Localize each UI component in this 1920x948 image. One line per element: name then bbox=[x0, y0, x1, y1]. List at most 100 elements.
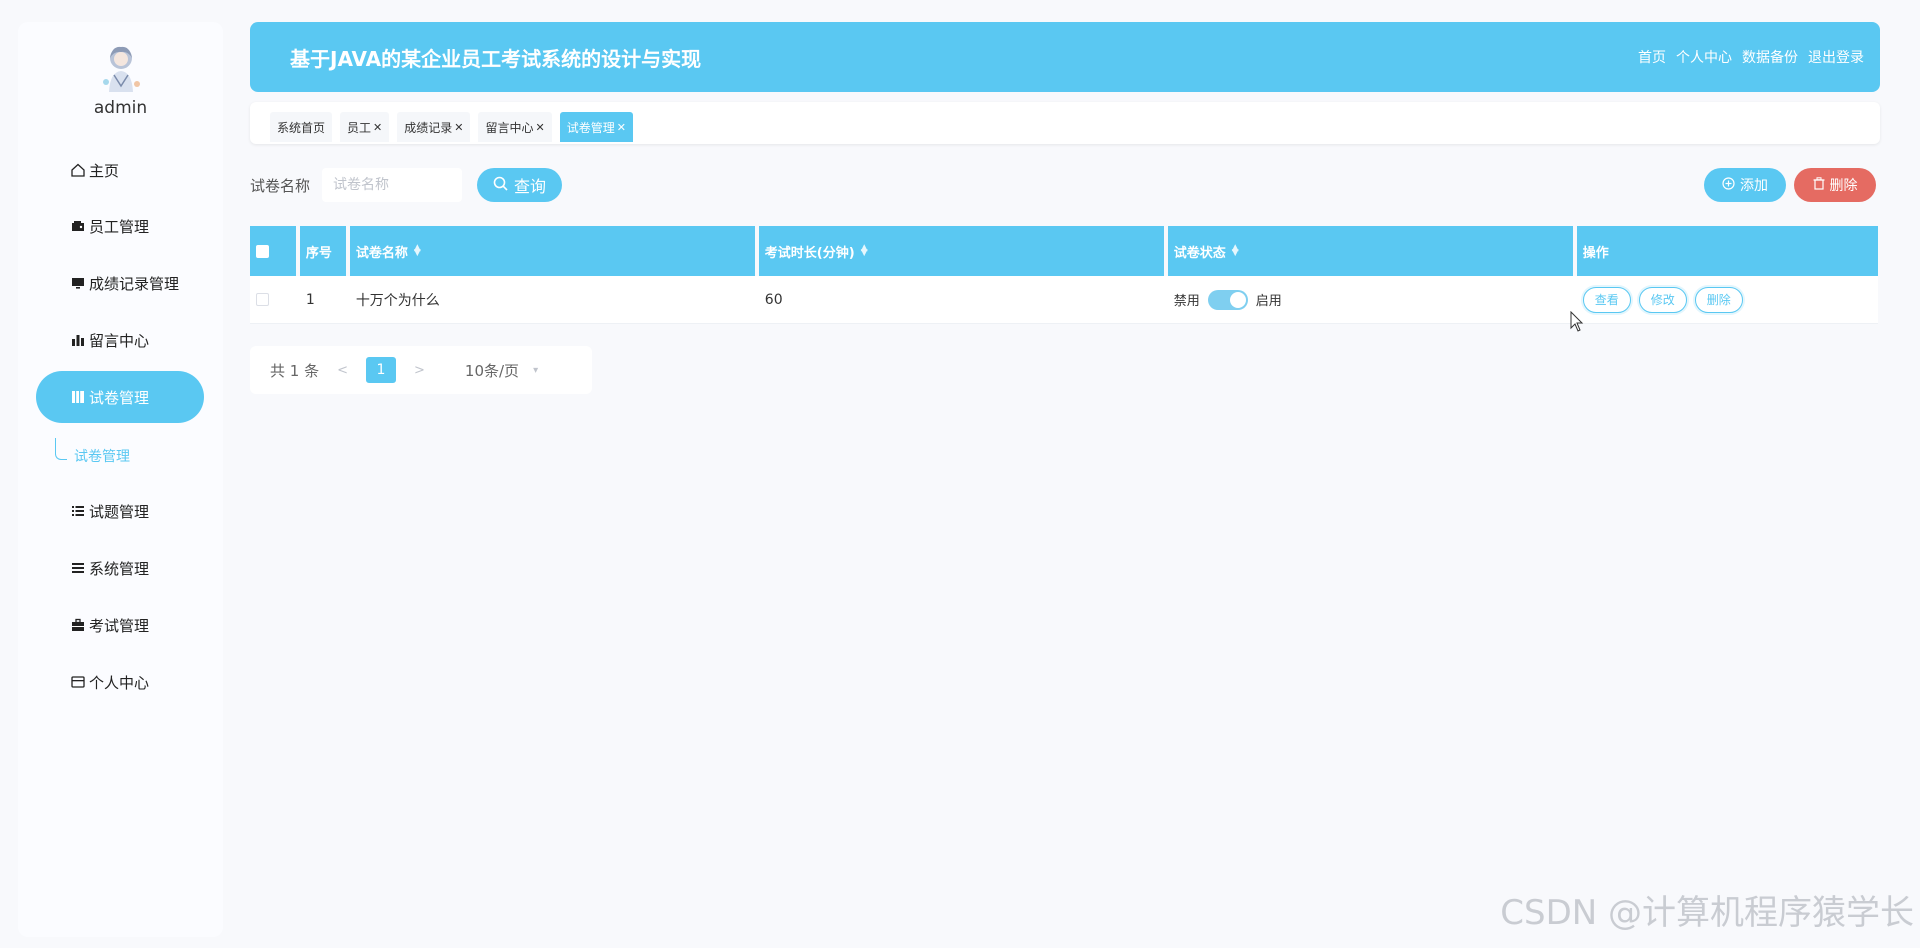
sidebar-item-system[interactable]: 系统管理 bbox=[36, 542, 204, 594]
page-number-current[interactable]: 1 bbox=[366, 357, 396, 383]
column-header-label: 试卷状态 bbox=[1173, 245, 1226, 261]
cell-duration: 60 bbox=[764, 291, 783, 308]
tab-score-records[interactable]: 成绩记录 ✕ bbox=[397, 112, 471, 142]
sidebar-item-label: 留言中心 bbox=[89, 331, 150, 350]
row-checkbox[interactable] bbox=[256, 293, 269, 306]
app-title: 基于JAVA的某企业员工考试系统的设计与实现 bbox=[290, 46, 702, 71]
chevron-down-icon: ▾ bbox=[533, 364, 539, 376]
submenu-connector bbox=[55, 438, 67, 460]
search-input[interactable] bbox=[322, 168, 463, 202]
book-icon bbox=[70, 389, 86, 405]
sidebar-item-profile[interactable]: 个人中心 bbox=[36, 656, 204, 708]
cell-actions: 查看 修改 删除 bbox=[1577, 276, 1878, 323]
sidebar-item-label: 系统管理 bbox=[89, 559, 150, 578]
delete-button-label: 删除 bbox=[1829, 178, 1858, 194]
sort-icon[interactable]: ▲ ▼ bbox=[861, 244, 868, 258]
column-header-name[interactable]: 试卷名称 ▲ ▼ bbox=[349, 226, 755, 276]
header-nav: 首页 个人中心 数据备份 退出登录 bbox=[1638, 47, 1864, 67]
nav-backup-link[interactable]: 数据备份 bbox=[1742, 47, 1798, 67]
close-icon[interactable]: ✕ bbox=[454, 121, 463, 134]
tab-label: 留言中心 bbox=[485, 120, 534, 135]
sidebar-item-papers[interactable]: 试卷管理 bbox=[36, 371, 204, 423]
column-header-duration[interactable]: 考试时长(分钟) ▲ ▼ bbox=[758, 226, 1164, 276]
bar-chart-icon bbox=[70, 332, 86, 348]
column-header-actions: 操作 bbox=[1576, 226, 1879, 276]
nav-profile-link[interactable]: 个人中心 bbox=[1676, 47, 1732, 67]
view-button[interactable]: 查看 bbox=[1582, 286, 1631, 313]
sidebar-item-label: 员工管理 bbox=[89, 217, 150, 236]
close-icon[interactable]: ✕ bbox=[536, 121, 545, 134]
nav-home-link[interactable]: 首页 bbox=[1638, 47, 1666, 67]
sidebar-item-employees[interactable]: 员工管理 bbox=[36, 200, 204, 252]
prev-page-icon[interactable]: < bbox=[337, 363, 348, 378]
submenu-item-papers[interactable]: 试卷管理 bbox=[74, 446, 130, 466]
tab-system-home[interactable]: 系统首页 bbox=[270, 112, 333, 142]
sidebar: admin 主页 员工管理 成绩记录管理 留言中心 试卷管理 试卷管理 试题管理… bbox=[18, 22, 223, 937]
user-profile: admin bbox=[18, 42, 223, 118]
sidebar-item-label: 主页 bbox=[89, 161, 120, 180]
query-button-label: 查询 bbox=[514, 177, 547, 196]
sidebar-item-score-records[interactable]: 成绩记录管理 bbox=[36, 257, 204, 309]
sort-icon[interactable]: ▲ ▼ bbox=[414, 244, 421, 258]
column-header-label: 操作 bbox=[1582, 245, 1609, 261]
pagination: 共 1 条 < 1 > 10条/页 ▾ bbox=[250, 346, 592, 394]
status-switch-group: 禁用 启用 bbox=[1174, 289, 1282, 310]
switch-on-label: 启用 bbox=[1255, 294, 1282, 309]
sidebar-item-messages[interactable]: 留言中心 bbox=[36, 314, 204, 366]
next-page-icon[interactable]: > bbox=[414, 363, 425, 378]
sidebar-item-questions[interactable]: 试题管理 bbox=[36, 485, 204, 537]
column-header-label: 序号 bbox=[305, 245, 332, 261]
column-header-label: 试卷名称 bbox=[355, 245, 408, 261]
tab-label: 成绩记录 bbox=[404, 120, 453, 135]
close-icon[interactable]: ✕ bbox=[373, 121, 382, 134]
status-toggle[interactable] bbox=[1207, 289, 1248, 310]
select-all-checkbox[interactable] bbox=[256, 244, 269, 258]
row-delete-button[interactable]: 删除 bbox=[1694, 286, 1743, 313]
query-button[interactable]: 查询 bbox=[477, 168, 563, 202]
page-size-value: 10条/页 bbox=[464, 361, 520, 380]
tab-papers[interactable]: 试卷管理 ✕ bbox=[559, 112, 633, 142]
total-count: 共 1 条 bbox=[270, 361, 320, 380]
home-icon bbox=[70, 162, 86, 178]
sidebar-item-label: 考试管理 bbox=[89, 616, 150, 635]
cell-index: 1 bbox=[305, 291, 315, 308]
list-icon bbox=[70, 503, 86, 519]
search-icon bbox=[493, 176, 508, 195]
row-select-cell bbox=[250, 276, 296, 323]
card-icon bbox=[70, 674, 86, 690]
column-header-index: 序号 bbox=[299, 226, 346, 276]
page-size-select[interactable]: 10条/页 ▾ bbox=[465, 360, 538, 381]
search-label: 试卷名称 bbox=[250, 176, 311, 195]
watermark: CSDN @计算机程序猿学长 bbox=[1500, 893, 1914, 933]
nav-logout-link[interactable]: 退出登录 bbox=[1808, 47, 1864, 67]
table-header: 序号 试卷名称 ▲ ▼ 考试时长(分钟) ▲ ▼ 试卷状态 ▲ ▼ 操作 bbox=[250, 226, 1879, 276]
trash-icon bbox=[1813, 176, 1825, 194]
sidebar-item-exams[interactable]: 考试管理 bbox=[36, 599, 204, 651]
tab-messages[interactable]: 留言中心 ✕ bbox=[478, 112, 552, 142]
wallet-icon bbox=[70, 218, 86, 234]
sort-icon[interactable]: ▲ ▼ bbox=[1232, 244, 1239, 258]
mouse-cursor-icon bbox=[1570, 310, 1584, 337]
tab-employees[interactable]: 员工 ✕ bbox=[340, 112, 390, 142]
delete-button[interactable]: 删除 bbox=[1794, 168, 1876, 202]
select-all-cell bbox=[250, 226, 296, 276]
tabs-bar: 系统首页 员工 ✕ 成绩记录 ✕ 留言中心 ✕ 试卷管理 ✕ bbox=[250, 102, 1880, 144]
cell-status: 禁用 启用 bbox=[1168, 276, 1573, 323]
sidebar-item-home[interactable]: 主页 bbox=[36, 144, 204, 196]
sidebar-item-label: 试卷管理 bbox=[89, 388, 150, 407]
column-header-status[interactable]: 试卷状态 ▲ ▼ bbox=[1167, 226, 1573, 276]
menu-lines-icon bbox=[70, 560, 86, 576]
search-bar: 试卷名称 查询 bbox=[250, 168, 563, 202]
edit-button[interactable]: 修改 bbox=[1638, 286, 1687, 313]
close-icon[interactable]: ✕ bbox=[617, 121, 626, 134]
add-button[interactable]: 添加 bbox=[1704, 168, 1786, 202]
briefcase-icon bbox=[70, 617, 86, 633]
monitor-icon bbox=[70, 275, 86, 291]
table-body: 1 十万个为什么 60 禁用 启用 查看 修改 删除 bbox=[250, 276, 1878, 324]
column-header-label: 考试时长(分钟) bbox=[764, 245, 855, 261]
sidebar-item-label: 成绩记录管理 bbox=[89, 274, 180, 293]
add-button-label: 添加 bbox=[1740, 178, 1768, 194]
avatar[interactable] bbox=[98, 42, 144, 94]
username: admin bbox=[93, 98, 148, 118]
papers-table: 序号 试卷名称 ▲ ▼ 考试时长(分钟) ▲ ▼ 试卷状态 ▲ ▼ 操作 1 十万个为… bbox=[250, 226, 1879, 324]
